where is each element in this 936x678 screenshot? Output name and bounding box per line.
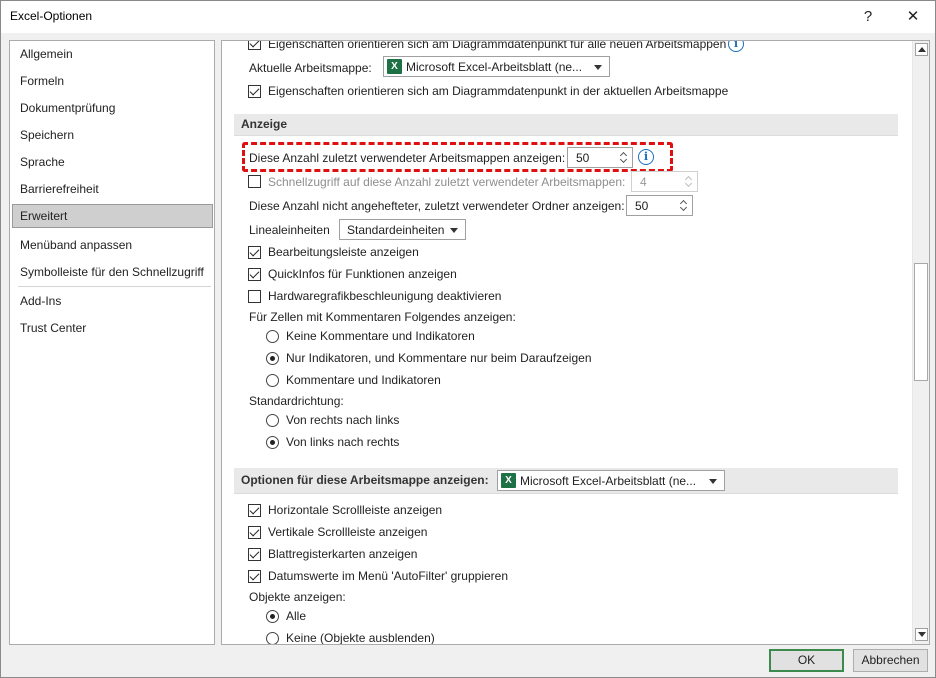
scrollbar-thumb[interactable] — [914, 263, 928, 381]
close-button[interactable]: ✕ — [898, 5, 928, 29]
info-icon[interactable]: i — [638, 149, 654, 165]
group-dates-label: Datumswerte im Menü 'AutoFilter' gruppie… — [268, 569, 509, 583]
objects-all-label: Alle — [286, 609, 307, 623]
objects-none-radio[interactable] — [266, 632, 279, 644]
sidebar-item-trust-center[interactable]: Trust Center — [12, 316, 213, 340]
sidebar-divider — [18, 286, 211, 287]
help-button[interactable]: ? — [853, 5, 883, 29]
ruler-units-label: Linealeinheiten — [249, 223, 330, 237]
comments-indicators-radio[interactable] — [266, 352, 279, 365]
chart-props-current-checkbox[interactable] — [248, 85, 261, 98]
comments-indicators-label: Nur Indikatoren, und Kommentare nur beim… — [286, 351, 592, 365]
window-title: Excel-Optionen — [10, 9, 93, 23]
quickinfos-label: QuickInfos für Funktionen anzeigen — [268, 267, 457, 281]
direction-ltr-radio[interactable] — [266, 436, 279, 449]
direction-label: Standardrichtung: — [249, 394, 344, 408]
recent-folders-value: 50 — [635, 199, 649, 213]
chart-props-all-checkbox[interactable] — [248, 41, 261, 50]
title-bar: Excel-Optionen ? ✕ — [1, 1, 935, 33]
section-title-anzeige: Anzeige — [241, 117, 288, 131]
info-icon[interactable]: i — [728, 41, 744, 52]
sheet-tabs-checkbox[interactable] — [248, 548, 261, 561]
comments-label: Für Zellen mit Kommentaren Folgendes anz… — [249, 310, 516, 324]
formula-bar-checkbox[interactable] — [248, 246, 261, 259]
comments-all-radio[interactable] — [266, 374, 279, 387]
comments-all-label: Kommentare und Indikatoren — [286, 373, 441, 387]
sidebar-item-erweitert[interactable]: Erweitert — [12, 204, 213, 228]
formula-bar-label: Bearbeitungsleiste anzeigen — [268, 245, 419, 259]
sidebar-item-speichern[interactable]: Speichern — [12, 123, 213, 147]
excel-options-dialog: Excel-Optionen ? ✕ Allgemein Formeln Dok… — [0, 0, 936, 678]
direction-rtl-radio[interactable] — [266, 414, 279, 427]
recent-folders-spinner[interactable]: 50 — [626, 195, 693, 216]
vertical-scrollbar-checkbox[interactable] — [248, 526, 261, 539]
ok-button[interactable]: OK — [769, 649, 844, 672]
objects-none-label: Keine (Objekte ausblenden) — [286, 631, 435, 645]
workbook-options-value: Microsoft Excel-Arbeitsblatt (ne... — [520, 474, 697, 488]
sidebar-item-add-ins[interactable]: Add-Ins — [12, 289, 213, 313]
sidebar-item-barrierefreiheit[interactable]: Barrierefreiheit — [12, 177, 213, 201]
sidebar-item-sprache[interactable]: Sprache — [12, 150, 213, 174]
cancel-button[interactable]: Abbrechen — [853, 649, 928, 672]
recent-folders-label: Diese Anzahl nicht angehefteter, zuletzt… — [249, 199, 625, 213]
sidebar-item-menueband-anpassen[interactable]: Menüband anpassen — [12, 233, 213, 257]
direction-rtl-label: Von rechts nach links — [286, 413, 400, 427]
sheet-tabs-label: Blattregisterkarten anzeigen — [268, 547, 418, 561]
chevron-down-icon — [450, 228, 458, 233]
hw-accel-checkbox[interactable] — [248, 290, 261, 303]
current-workbook-label: Aktuelle Arbeitsmappe: — [249, 61, 372, 75]
ruler-units-value: Standardeinheiten — [347, 223, 445, 237]
direction-ltr-label: Von links nach rechts — [286, 435, 400, 449]
chart-props-all-label: Eigenschaften orientieren sich am Diagra… — [268, 40, 727, 51]
sidebar-item-allgemein[interactable]: Allgemein — [12, 42, 213, 66]
content-scrollbar[interactable] — [912, 41, 929, 644]
options-content: Eigenschaften orientieren sich am Diagra… — [221, 40, 930, 645]
sidebar-item-dokumentpruefung[interactable]: Dokumentprüfung — [12, 96, 213, 120]
sidebar-item-formeln[interactable]: Formeln — [12, 69, 213, 93]
spinner-arrows-icon[interactable] — [679, 197, 689, 214]
objects-label: Objekte anzeigen: — [249, 590, 346, 604]
sidebar-item-schnellzugriff[interactable]: Symbolleiste für den Schnellzugriff — [12, 260, 213, 284]
horizontal-scrollbar-checkbox[interactable] — [248, 504, 261, 517]
quick-access-checkbox[interactable] — [248, 175, 261, 188]
recent-workbooks-value: 50 — [576, 151, 590, 165]
excel-icon: X — [387, 59, 402, 74]
scroll-down-arrow-icon[interactable] — [915, 628, 928, 641]
objects-all-radio[interactable] — [266, 610, 279, 623]
recent-workbooks-label: Diese Anzahl zuletzt verwendeter Arbeits… — [249, 151, 566, 165]
current-workbook-dropdown[interactable]: X Microsoft Excel-Arbeitsblatt (ne... — [383, 56, 610, 77]
chevron-down-icon — [709, 479, 717, 484]
spinner-arrows-icon — [684, 173, 694, 190]
section-header-anzeige: Anzeige — [234, 114, 898, 136]
excel-icon: X — [501, 473, 516, 488]
group-dates-checkbox[interactable] — [248, 570, 261, 583]
options-sidebar: Allgemein Formeln Dokumentprüfung Speich… — [9, 40, 215, 645]
quick-access-label: Schnellzugriff auf diese Anzahl zuletzt … — [268, 175, 626, 189]
chevron-down-icon — [594, 65, 602, 70]
ruler-units-dropdown[interactable]: Standardeinheiten — [339, 219, 466, 240]
workbook-options-dropdown[interactable]: X Microsoft Excel-Arbeitsblatt (ne... — [497, 470, 725, 491]
quickinfos-checkbox[interactable] — [248, 268, 261, 281]
quick-access-value: 4 — [640, 175, 647, 189]
comments-none-radio[interactable] — [266, 330, 279, 343]
comments-none-label: Keine Kommentare und Indikatoren — [286, 329, 475, 343]
recent-workbooks-spinner[interactable]: 50 — [567, 147, 633, 168]
hw-accel-label: Hardwaregrafikbeschleunigung deaktiviere… — [268, 289, 502, 303]
scroll-up-arrow-icon[interactable] — [915, 43, 928, 56]
quick-access-spinner: 4 — [631, 171, 698, 192]
current-workbook-value: Microsoft Excel-Arbeitsblatt (ne... — [406, 60, 583, 74]
horizontal-scrollbar-label: Horizontale Scrollleiste anzeigen — [268, 503, 443, 517]
section-title-workbook-options: Optionen für diese Arbeitsmappe anzeigen… — [241, 473, 489, 487]
vertical-scrollbar-label: Vertikale Scrollleiste anzeigen — [268, 525, 428, 539]
chart-props-current-label: Eigenschaften orientieren sich am Diagra… — [268, 84, 729, 98]
spinner-arrows-icon[interactable] — [619, 149, 629, 166]
